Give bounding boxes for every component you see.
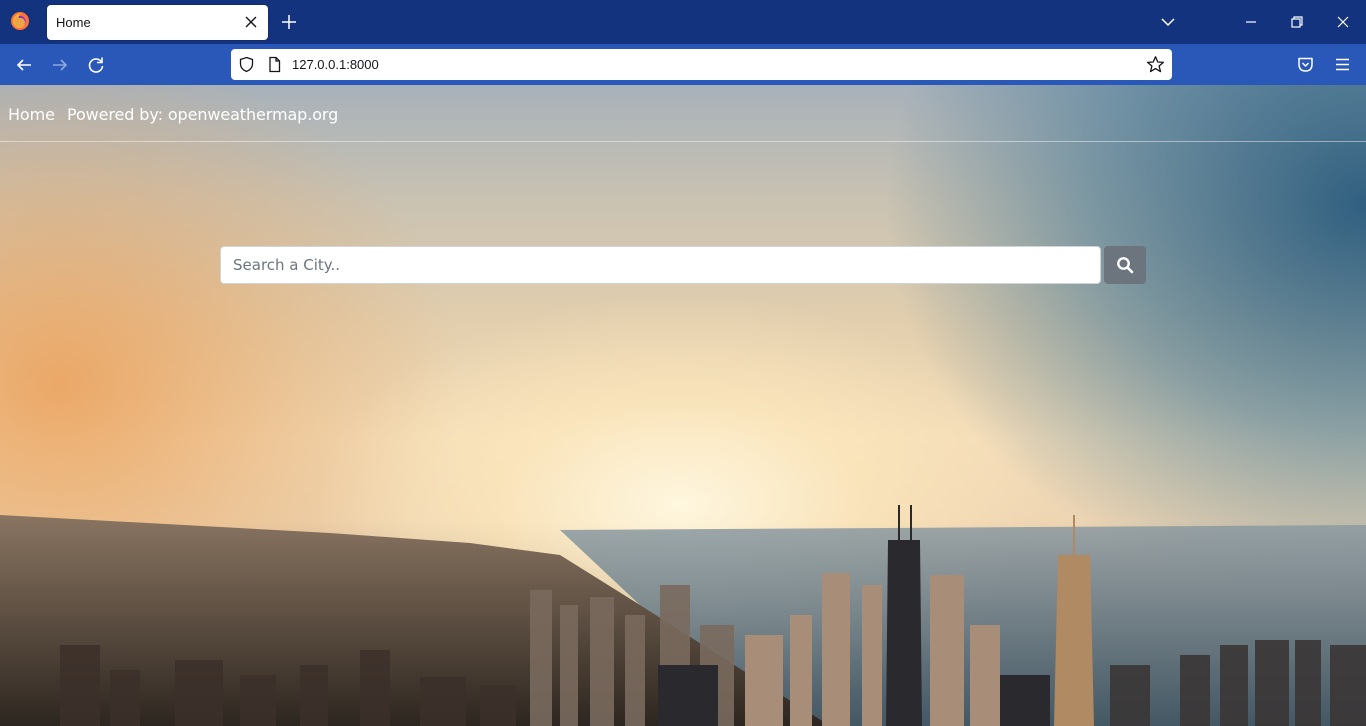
- restore-icon[interactable]: [1288, 13, 1306, 31]
- page-background: Home Powered by: openweathermap.org: [0, 85, 1366, 726]
- close-icon[interactable]: [242, 13, 260, 31]
- arrow-right-icon[interactable]: [50, 55, 70, 75]
- search-icon: [1117, 257, 1134, 274]
- city-search-input[interactable]: [220, 246, 1101, 284]
- arrow-left-icon[interactable]: [14, 55, 34, 75]
- nav-link-powered-by[interactable]: Powered by: openweathermap.org: [67, 105, 338, 124]
- tab-title: Home: [56, 15, 91, 30]
- firefox-logo-icon[interactable]: [10, 11, 30, 31]
- hamburger-menu-icon[interactable]: [1333, 55, 1352, 74]
- page-icon[interactable]: [266, 56, 283, 73]
- city-search-form: [220, 246, 1146, 284]
- nav-link-home[interactable]: Home: [8, 105, 55, 124]
- plus-icon[interactable]: [280, 13, 298, 31]
- url-text[interactable]: 127.0.0.1:8000: [292, 57, 379, 72]
- minimize-icon[interactable]: [1242, 13, 1260, 31]
- tab-home[interactable]: Home: [47, 5, 268, 40]
- browser-nav-bar: 127.0.0.1:8000: [0, 44, 1366, 85]
- star-icon[interactable]: [1146, 55, 1165, 74]
- shield-icon[interactable]: [238, 56, 255, 73]
- browser-tab-strip: Home: [0, 0, 1366, 44]
- pocket-icon[interactable]: [1296, 55, 1315, 74]
- url-bar[interactable]: 127.0.0.1:8000: [231, 49, 1172, 80]
- reload-icon[interactable]: [86, 55, 106, 75]
- city-skyline-background: [0, 505, 1366, 726]
- site-navbar: Home Powered by: openweathermap.org: [0, 85, 1366, 142]
- chevron-down-icon[interactable]: [1159, 13, 1177, 31]
- search-button[interactable]: [1104, 246, 1146, 284]
- window-close-icon[interactable]: [1334, 13, 1352, 31]
